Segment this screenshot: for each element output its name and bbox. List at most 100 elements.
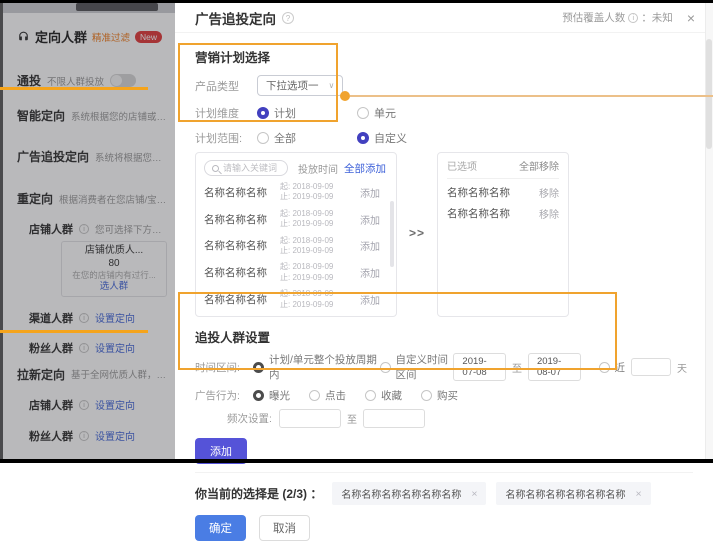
radio-exposure[interactable]: 曝光 [253,388,309,403]
radio-selected-icon[interactable] [357,132,369,144]
plan-dates: 起: 2018-09-09 止: 2019-09-09 [280,209,344,230]
radio-custom-period[interactable]: 自定义时间区间 [380,352,454,382]
tag-text: 名称名称名称名称名称名称 [505,486,625,501]
radio-recent-days[interactable]: 近 [599,360,626,375]
add-link[interactable]: 添加 [360,292,388,307]
radio-label: 点击 [325,388,346,403]
radio-icon[interactable] [357,107,369,119]
product-type-select[interactable]: 下拉选项一 ∨ [257,75,343,96]
plan-start: 起: 2018-09-09 [280,182,344,192]
frequency-min-input[interactable] [279,409,341,428]
radio-label: 计划 [274,105,296,121]
radio-click[interactable]: 点击 [309,388,365,403]
tag-close-icon[interactable]: × [471,488,477,500]
radio-custom[interactable]: 自定义 [357,130,407,146]
plan-name: 名称名称名称 [447,185,510,200]
add-link[interactable]: 添加 [360,212,388,227]
radio-unit[interactable]: 单元 [357,105,396,121]
frequency-row: 频次设置: 至 [195,409,693,428]
selected-row-list: 名称名称名称 移除 名称名称名称 移除 [447,185,559,221]
estimate-coverage: 预估覆盖人数 i ：未知 [562,10,673,25]
help-icon[interactable]: ? [282,12,294,24]
confirm-button[interactable]: 确定 [195,515,246,541]
radio-icon[interactable] [309,390,320,401]
modal-overlay [0,0,175,463]
start-date-input[interactable]: 2019-07-08 [453,353,506,381]
radio-icon[interactable] [421,390,432,401]
estimate-label: 预估覆盖人数 [562,10,625,25]
dimmed-background: 定向人群 精准过滤 New 通投 不限人群投放 智能定向 系统根据您的店铺或宝贝… [0,0,175,463]
current-selection-row: 你当前的选择是 (2/3) ： 名称名称名称名称名称名称 × 名称名称名称名称名… [195,472,693,505]
plan-dates: 起: 2018-09-09 止: 2019-09-09 [280,316,344,317]
tag-close-icon[interactable]: × [635,488,641,500]
selected-row: 名称名称名称 移除 [447,206,559,221]
radio-label: 全部 [274,130,296,146]
info-icon: i [628,13,638,23]
bottom-edge-bar [0,459,713,463]
radio-label: 自定义 [374,130,407,146]
modal-scrollbar-track[interactable] [705,3,713,459]
add-link[interactable]: 添加 [360,185,388,200]
radio-icon[interactable] [599,362,610,373]
selection-tag[interactable]: 名称名称名称名称名称名称 × [332,482,486,505]
radio-full-period[interactable]: 计划/单元整个投放周期内 [253,352,380,382]
radio-icon[interactable] [365,390,376,401]
radio-favorite[interactable]: 收藏 [365,388,421,403]
select-value: 下拉选项一 [266,78,319,93]
search-input[interactable] [223,163,281,173]
plan-section-title: 营销计划选择 [195,47,693,66]
plan-start: 起: 2018-09-09 [280,236,344,246]
radio-plan[interactable]: 计划 [257,105,357,121]
plan-scope-label: 计划范围: [195,130,257,146]
plan-name: 名称名称名称 [447,206,510,221]
modal-body: 营销计划选择 产品类型 下拉选项一 ∨ 计划维度 计划 单元 计划范围: 全 [175,33,713,541]
radio-selected-icon[interactable] [253,362,264,373]
list-scrollbar[interactable] [390,201,394,267]
ad-behavior-row: 广告行为: 曝光 点击 收藏 购买 [195,388,693,403]
modal-scrollbar-thumb[interactable] [706,39,712,149]
date-to-label: 至 [512,360,522,375]
remove-all-link[interactable]: 全部移除 [519,158,559,173]
remove-link[interactable]: 移除 [539,185,559,200]
plan-name: 名称名称名称 [204,212,280,227]
frequency-max-input[interactable] [363,409,425,428]
plan-dimension-label: 计划维度 [195,105,257,121]
radio-selected-icon[interactable] [257,107,269,119]
radio-icon[interactable] [380,362,391,373]
days-label: 天 [677,360,687,375]
plan-row: 名称名称名称 起: 2018-09-09 止: 2019-09-09 添加 [204,316,388,317]
plan-start: 起: 2018-09-09 [280,209,344,219]
tag-text: 名称名称名称名称名称名称 [341,486,461,501]
radio-icon[interactable] [257,132,269,144]
radio-label: 自定义时间区间 [396,352,454,382]
close-icon[interactable]: × [687,11,695,25]
recent-days-input[interactable] [631,358,671,376]
plan-name: 名称名称名称 [204,292,280,307]
selected-panel-header: 已选项 全部移除 [447,153,559,179]
remove-link[interactable]: 移除 [539,206,559,221]
radio-purchase[interactable]: 购买 [421,388,458,403]
plan-source-panel: 投放时间 全部添加 名称名称名称 起: 2018-09-09 止: 2019-0… [195,152,397,317]
radio-selected-icon[interactable] [253,390,264,401]
plan-end: 止: 2019-09-09 [280,192,344,202]
plan-row: 名称名称名称 起: 2018-09-09 止: 2019-09-09 添加 [204,209,388,230]
plan-name: 名称名称名称 [204,185,280,200]
modal-header: 广告追投定向 ? 预估覆盖人数 i ：未知 × [175,3,713,33]
frequency-to-label: 至 [347,411,357,426]
plan-row-list: 名称名称名称 起: 2018-09-09 止: 2019-09-09 添加 名称… [204,182,388,317]
cancel-button[interactable]: 取消 [259,515,310,541]
plan-dates: 起: 2018-09-09 止: 2019-09-09 [280,289,344,310]
transfer-arrows-icon: >> [397,226,437,240]
plan-name: 名称名称名称 [204,265,280,280]
ad-behavior-label: 广告行为: [195,388,253,403]
keyword-search[interactable] [204,160,288,176]
modal-footer: 确定 取消 [195,515,693,541]
add-all-link[interactable]: 全部添加 [344,161,388,176]
add-link[interactable]: 添加 [360,238,388,253]
radio-all[interactable]: 全部 [257,130,357,146]
plan-dates: 起: 2018-09-09 止: 2019-09-09 [280,236,344,257]
add-link[interactable]: 添加 [360,265,388,280]
selection-tag[interactable]: 名称名称名称名称名称名称 × [496,482,650,505]
end-date-input[interactable]: 2019-08-07 [528,353,581,381]
plan-end: 止: 2019-09-09 [280,219,344,229]
